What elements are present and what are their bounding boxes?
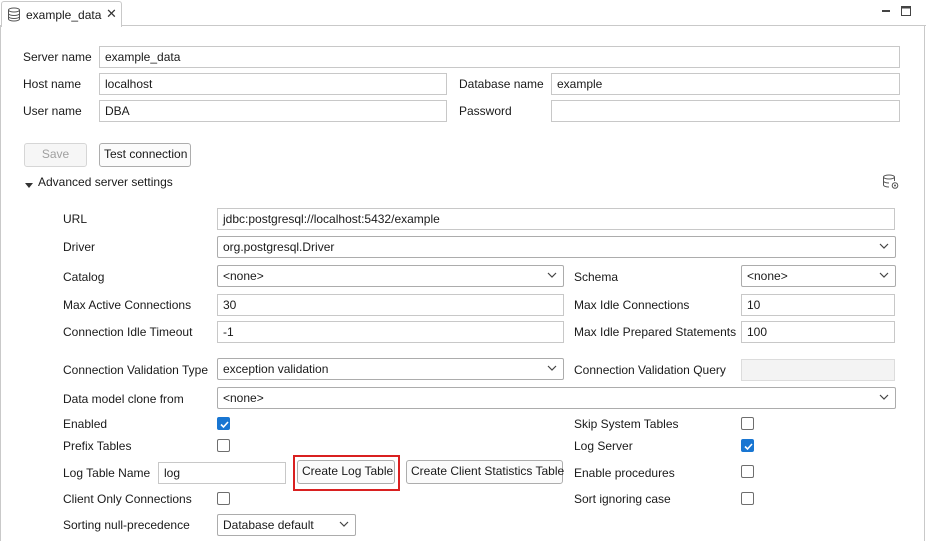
data-model-clone-from-value: <none> [223,391,264,405]
connection-idle-timeout-field[interactable]: -1 [217,321,564,343]
url-label: URL [63,212,88,226]
save-button[interactable]: Save [24,143,87,167]
log-server-checkbox[interactable] [741,439,754,452]
schema-select[interactable]: <none> [741,265,896,287]
sorting-null-precedence-select[interactable]: Database default [217,514,356,536]
database-settings-icon[interactable] [882,174,900,193]
connection-validation-type-select[interactable]: exception validation [217,358,564,380]
advanced-settings-toggle[interactable]: Advanced server settings [38,175,173,189]
database-icon [7,7,21,25]
password-label: Password [459,104,512,118]
driver-value: org.postgresql.Driver [223,240,335,254]
enable-procedures-checkbox[interactable] [741,465,754,478]
client-only-connections-label: Client Only Connections [63,492,192,506]
enabled-label: Enabled [63,417,108,431]
sorting-null-precedence-value: Database default [223,518,314,532]
connection-validation-type-value: exception validation [223,362,329,376]
check-icon [220,421,229,429]
chevron-down-icon [878,391,890,403]
max-active-connections-label: Max Active Connections [63,298,192,312]
triangle-down-icon[interactable] [24,179,34,193]
tab-title: example_data [26,8,102,22]
max-idle-connections-field[interactable]: 10 [741,294,895,316]
schema-label: Schema [574,270,619,284]
host-name-label: Host name [23,77,82,91]
user-name-label: User name [23,104,82,118]
connection-validation-query-label: Connection Validation Query [574,363,726,377]
data-model-clone-from-label: Data model clone from [63,392,184,406]
create-log-table-button[interactable]: Create Log Table [297,460,395,484]
url-field[interactable]: jdbc:postgresql://localhost:5432/example [217,208,895,230]
client-only-connections-checkbox[interactable] [217,492,230,505]
password-field[interactable] [551,100,900,122]
connection-idle-timeout-label: Connection Idle Timeout [63,325,193,339]
editor-tab-strip: example_data ✕ [0,0,926,27]
chevron-down-icon [546,362,558,374]
create-client-statistics-table-button[interactable]: Create Client Statistics Table [406,460,564,484]
log-table-name-field[interactable]: log [158,462,286,484]
chevron-down-icon [546,269,558,281]
sort-ignoring-case-checkbox[interactable] [741,492,754,505]
prefix-tables-label: Prefix Tables [63,439,132,453]
max-idle-prepared-statements-label: Max Idle Prepared Statements [574,325,737,339]
catalog-value: <none> [223,269,264,283]
host-name-field[interactable]: localhost [99,73,447,95]
log-table-name-label: Log Table Name [63,466,151,480]
catalog-select[interactable]: <none> [217,265,564,287]
max-idle-prepared-statements-field[interactable]: 100 [741,321,895,343]
tab-example-data[interactable]: example_data ✕ [1,1,122,27]
database-name-field[interactable]: example [551,73,900,95]
maximize-icon[interactable] [899,4,913,18]
skip-system-tables-label: Skip System Tables [574,417,679,431]
max-active-connections-field[interactable]: 30 [217,294,564,316]
data-model-clone-from-select[interactable]: <none> [217,387,896,409]
chevron-down-icon [338,518,350,530]
schema-value: <none> [747,269,788,283]
log-server-label: Log Server [574,439,633,453]
chevron-down-icon [878,240,890,252]
test-connection-button[interactable]: Test connection [99,143,191,167]
server-name-label: Server name [23,50,92,64]
prefix-tables-checkbox[interactable] [217,439,230,452]
chevron-down-icon [878,269,890,281]
max-idle-connections-label: Max Idle Connections [574,298,690,312]
sorting-null-precedence-label: Sorting null-precedence [63,518,190,532]
driver-label: Driver [63,240,95,254]
catalog-label: Catalog [63,270,105,284]
skip-system-tables-checkbox[interactable] [741,417,754,430]
server-name-field[interactable]: example_data [99,46,900,68]
connection-validation-type-label: Connection Validation Type [63,363,208,377]
driver-select[interactable]: org.postgresql.Driver [217,236,896,258]
check-icon [744,443,753,451]
user-name-field[interactable]: DBA [99,100,447,122]
enabled-checkbox[interactable] [217,417,230,430]
connection-validation-query-field[interactable] [741,359,895,381]
sort-ignoring-case-label: Sort ignoring case [574,492,671,506]
close-icon[interactable]: ✕ [106,6,117,22]
enable-procedures-label: Enable procedures [574,466,675,480]
minimize-icon[interactable] [879,4,893,18]
database-name-label: Database name [459,77,544,91]
